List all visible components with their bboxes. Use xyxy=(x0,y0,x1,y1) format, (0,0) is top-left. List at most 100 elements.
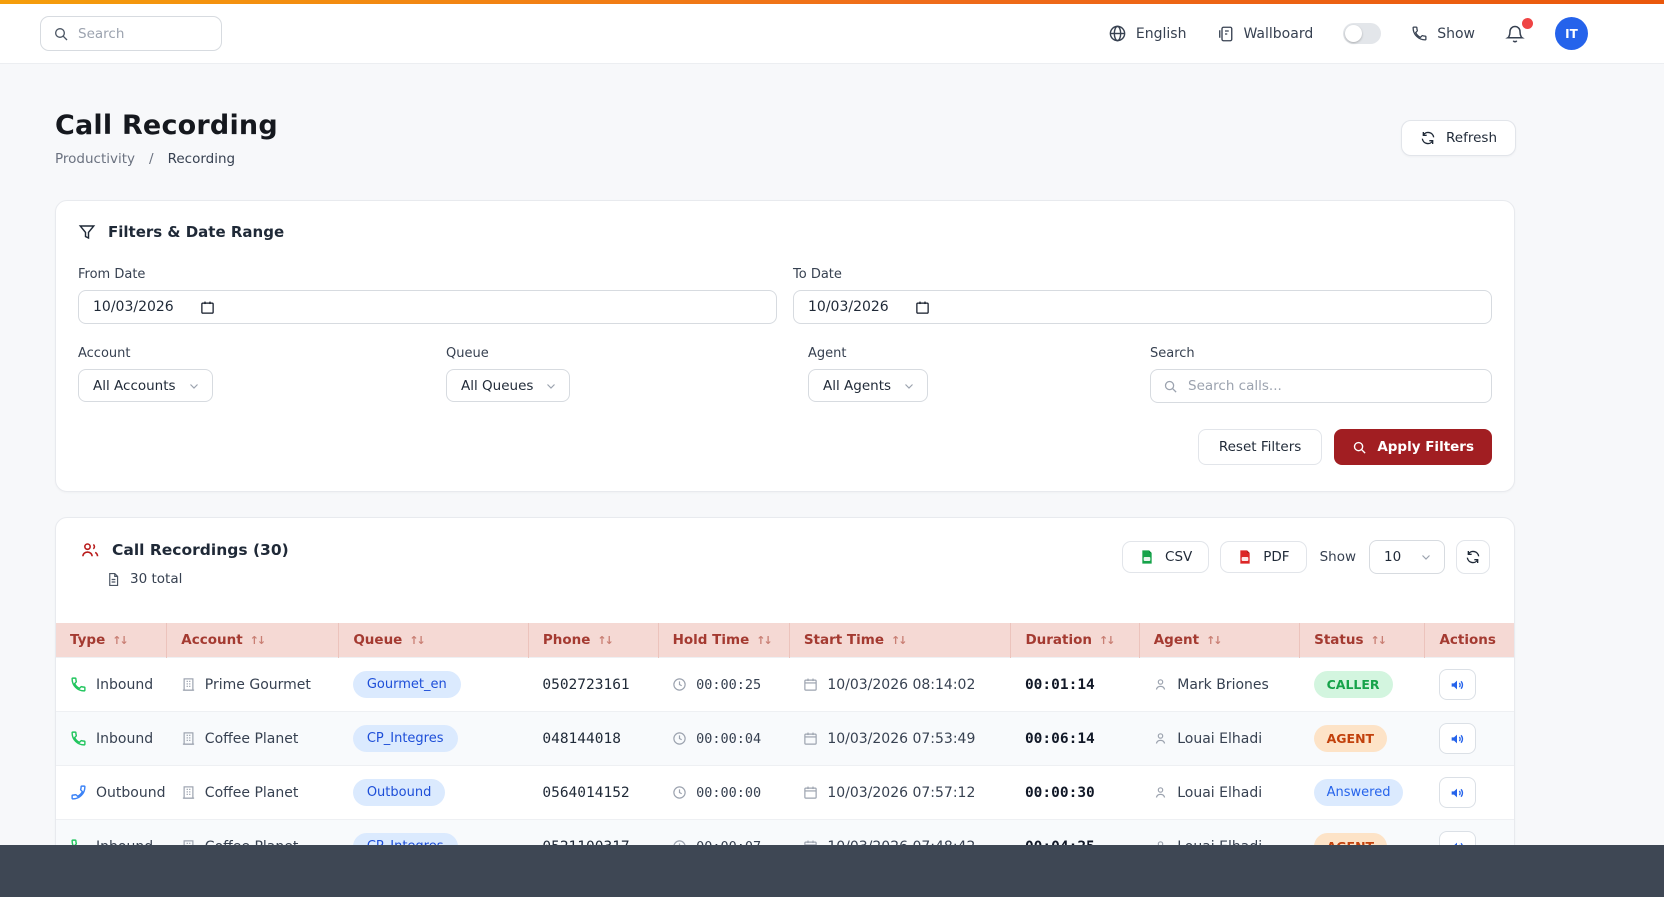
type-label: Outbound xyxy=(96,785,165,801)
phone-cell: 0502723161 xyxy=(528,658,658,712)
phone-cell: 0564014152 xyxy=(528,766,658,820)
start-time-value: 10/03/2026 08:14:02 xyxy=(827,677,975,693)
account-select[interactable]: All Accounts xyxy=(78,369,213,402)
pdf-label: PDF xyxy=(1263,549,1289,565)
search-calls-input[interactable] xyxy=(1188,378,1479,394)
calendar-icon[interactable] xyxy=(915,300,930,315)
users-icon xyxy=(80,540,100,560)
sort-icon[interactable]: ↑↓ xyxy=(1206,634,1220,647)
hold-time-value: 00:00:00 xyxy=(696,785,761,801)
sort-icon[interactable]: ↑↓ xyxy=(250,634,264,647)
export-csv-button[interactable]: CSV xyxy=(1122,541,1209,573)
refresh-button[interactable]: Refresh xyxy=(1401,120,1516,156)
calendar-icon[interactable] xyxy=(200,300,215,315)
status-badge: Answered xyxy=(1314,779,1404,806)
calendar-icon xyxy=(803,731,818,746)
phone-number: 0502723161 xyxy=(542,677,629,693)
breadcrumb-parent[interactable]: Productivity xyxy=(55,151,135,167)
queue-filter: Queue All Queues xyxy=(446,346,808,403)
breadcrumb: Productivity / Recording xyxy=(55,151,278,167)
global-search[interactable] xyxy=(40,16,222,51)
to-date-input[interactable]: 10/03/2026 xyxy=(793,290,1492,324)
reload-table-button[interactable] xyxy=(1456,540,1490,574)
agent-value: All Agents xyxy=(823,378,891,394)
agent-name: Louai Elhadi xyxy=(1177,731,1262,747)
column-header-phone[interactable]: Phone↑↓ xyxy=(528,623,658,658)
status-cell: AGENT xyxy=(1300,712,1425,766)
wallboard-icon xyxy=(1216,25,1234,43)
speaker-icon xyxy=(1449,731,1465,747)
show-phone-button[interactable]: Show xyxy=(1411,25,1475,42)
column-header-agent[interactable]: Agent↑↓ xyxy=(1139,623,1299,658)
sort-icon[interactable]: ↑↓ xyxy=(597,634,611,647)
chevron-down-icon xyxy=(903,380,915,392)
hold-time-cell: 00:00:04 xyxy=(658,712,789,766)
table-row[interactable]: Outbound Coffee Planet Outbound 05640141… xyxy=(56,766,1514,820)
reset-filters-button[interactable]: Reset Filters xyxy=(1198,429,1322,465)
table-row[interactable]: Inbound Prime Gourmet Gourmet_en 0502723… xyxy=(56,658,1514,712)
wallboard-button[interactable]: Wallboard xyxy=(1216,25,1313,43)
speaker-icon xyxy=(1449,785,1465,801)
availability-toggle[interactable] xyxy=(1343,23,1381,44)
language-label: English xyxy=(1136,26,1187,42)
sort-icon[interactable]: ↑↓ xyxy=(1371,634,1385,647)
inbound-call-icon xyxy=(70,730,87,747)
queue-select[interactable]: All Queues xyxy=(446,369,570,402)
column-header-status[interactable]: Status↑↓ xyxy=(1300,623,1425,658)
sort-icon[interactable]: ↑↓ xyxy=(112,634,126,647)
hold-time-value: 00:00:25 xyxy=(696,677,761,693)
column-header-actions: Actions xyxy=(1425,623,1514,658)
account-name: Prime Gourmet xyxy=(205,677,311,693)
recordings-title: Call Recordings (30) xyxy=(112,541,289,559)
play-recording-button[interactable] xyxy=(1439,723,1476,754)
hold-time-cell: 00:00:25 xyxy=(658,658,789,712)
column-header-duration[interactable]: Duration↑↓ xyxy=(1011,623,1139,658)
chevron-down-icon xyxy=(188,380,200,392)
calendar-icon xyxy=(803,677,818,692)
refresh-icon xyxy=(1465,549,1481,565)
search-icon xyxy=(1163,379,1178,394)
global-search-input[interactable] xyxy=(78,26,198,42)
search-calls-box[interactable] xyxy=(1150,369,1492,403)
outbound-call-icon xyxy=(70,784,87,801)
table-row[interactable]: Inbound Coffee Planet CP_Integres 048144… xyxy=(56,712,1514,766)
refresh-icon xyxy=(1420,130,1436,146)
column-header-queue[interactable]: Queue↑↓ xyxy=(339,623,529,658)
column-header-account[interactable]: Account↑↓ xyxy=(167,623,339,658)
duration-cell: 00:00:30 xyxy=(1011,766,1139,820)
breadcrumb-current: Recording xyxy=(168,151,236,167)
phone-cell: 048144018 xyxy=(528,712,658,766)
sort-icon[interactable]: ↑↓ xyxy=(409,634,423,647)
from-date-input[interactable]: 10/03/2026 xyxy=(78,290,777,324)
notifications-button[interactable] xyxy=(1505,24,1525,44)
calendar-icon xyxy=(803,785,818,800)
agent-select[interactable]: All Agents xyxy=(808,369,928,402)
page-size-select[interactable]: 10 xyxy=(1369,540,1445,574)
account-name: Coffee Planet xyxy=(205,731,299,747)
play-recording-button[interactable] xyxy=(1439,669,1476,700)
reset-filters-label: Reset Filters xyxy=(1219,439,1301,455)
play-recording-button[interactable] xyxy=(1439,777,1476,808)
column-header-start-time[interactable]: Start Time↑↓ xyxy=(789,623,1011,658)
status-cell: Answered xyxy=(1300,766,1425,820)
sort-icon[interactable]: ↑↓ xyxy=(1099,634,1113,647)
language-selector[interactable]: English xyxy=(1108,24,1187,43)
apply-filters-button[interactable]: Apply Filters xyxy=(1334,429,1492,465)
account-value: All Accounts xyxy=(93,378,176,394)
sort-icon[interactable]: ↑↓ xyxy=(756,634,770,647)
column-header-type[interactable]: Type↑↓ xyxy=(56,623,167,658)
avatar[interactable]: IT xyxy=(1555,17,1588,50)
agent-name: Louai Elhadi xyxy=(1177,785,1262,801)
phone-number: 048144018 xyxy=(542,731,621,747)
topbar-right: English Wallboard Show IT xyxy=(1108,17,1588,50)
column-header-hold-time[interactable]: Hold Time↑↓ xyxy=(658,623,789,658)
export-pdf-button[interactable]: PDF xyxy=(1220,541,1306,573)
sort-icon[interactable]: ↑↓ xyxy=(891,634,905,647)
csv-file-icon xyxy=(1139,549,1155,565)
phone-number: 0564014152 xyxy=(542,785,629,801)
recordings-total: 30 total xyxy=(130,571,182,587)
account-cell: Coffee Planet xyxy=(167,712,339,766)
duration-value: 00:01:14 xyxy=(1025,677,1095,693)
toggle-knob xyxy=(1345,25,1362,42)
recordings-total-row: 30 total xyxy=(106,571,289,587)
